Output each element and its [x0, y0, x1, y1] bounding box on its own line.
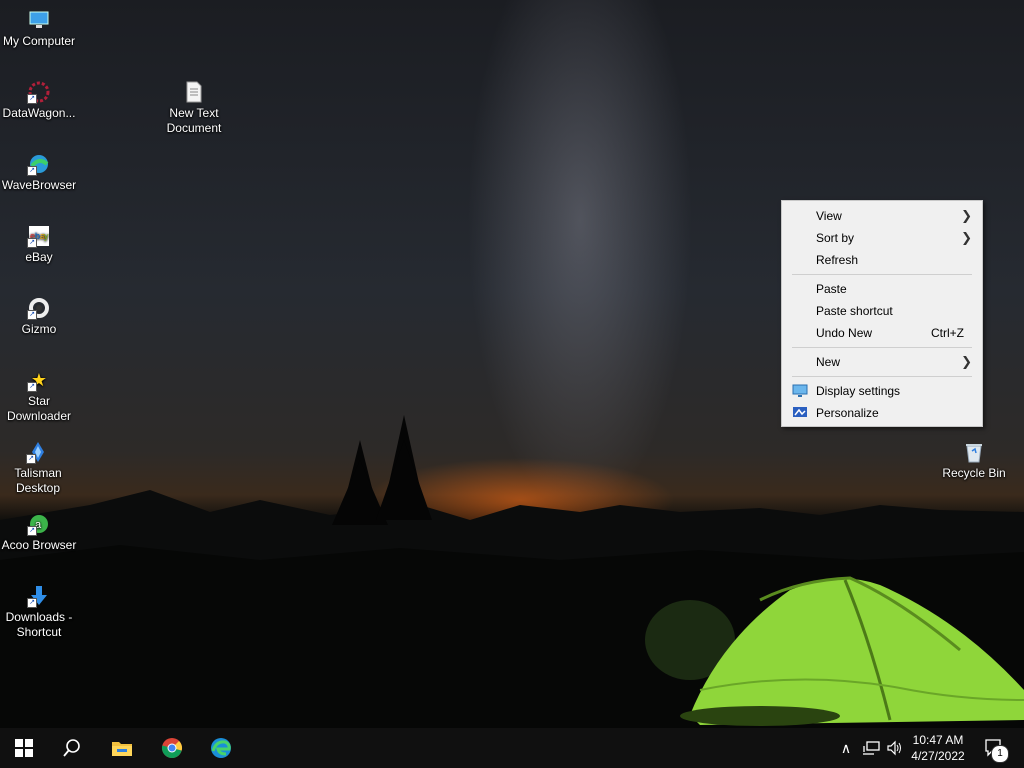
chevron-right-icon: ❯ [961, 208, 972, 223]
menu-separator [792, 376, 972, 377]
recycle-bin-icon [962, 440, 986, 464]
menu-item-label: New [816, 355, 841, 369]
keyboard-shortcut: Ctrl+Z [931, 326, 964, 340]
menu-item-label: Display settings [816, 384, 901, 398]
menu-item-label: Paste [816, 282, 847, 296]
personalize-icon [793, 407, 807, 417]
file-explorer-icon [112, 742, 132, 756]
menu-item-display-settings[interactable]: Display settings [782, 380, 982, 402]
menu-item-refresh[interactable]: Refresh [782, 249, 982, 271]
menu-item-label: Paste shortcut [816, 304, 893, 318]
computer-icon [27, 8, 51, 32]
desktop-icon-acoo-browser[interactable]: a ↗ Acoo Browser [1, 512, 77, 553]
search-button[interactable] [48, 728, 96, 768]
desktop[interactable]: My Computer ↗ DataWagon... New Text Docu… [0, 0, 1024, 728]
shortcut-arrow-icon: ↗ [26, 454, 36, 464]
shortcut-arrow-icon: ↗ [27, 238, 37, 248]
gizmo-icon: ↗ [27, 296, 51, 320]
taskbar: ∧ 10:47 AM 4/27/2022 1 [0, 728, 1024, 768]
desktop-icon-datawagon[interactable]: ↗ DataWagon... [1, 80, 77, 121]
menu-item-paste-shortcut[interactable]: Paste shortcut [782, 300, 982, 322]
shortcut-arrow-icon: ↗ [27, 526, 37, 536]
desktop-icon-talisman-desktop[interactable]: ↗ Talisman Desktop [0, 440, 76, 496]
desktop-icon-label: My Computer [2, 34, 76, 48]
network-button[interactable] [860, 728, 882, 768]
desktop-icon-label: eBay [25, 250, 53, 264]
shortcut-arrow-icon: ↗ [27, 382, 37, 392]
ebay-icon: ebay ↗ [27, 224, 51, 248]
desktop-context-menu: View ❯ Sort by ❯ Refresh Paste Paste sho… [781, 200, 983, 427]
menu-item-paste[interactable]: Paste [782, 278, 982, 300]
desktop-icon-my-computer[interactable]: My Computer [1, 8, 77, 49]
search-icon [63, 739, 80, 757]
menu-item-label: Sort by [816, 231, 855, 245]
desktop-icon-label: Acoo Browser [1, 538, 77, 552]
desktop-icon-label: WaveBrowser [1, 178, 77, 192]
shortcut-arrow-icon: ↗ [27, 310, 37, 320]
shortcut-arrow-icon: ↗ [27, 166, 37, 176]
desktop-icon-ebay[interactable]: ebay ↗ eBay [1, 224, 77, 265]
chevron-right-icon: ❯ [961, 230, 972, 245]
menu-item-label: Refresh [816, 253, 859, 267]
menu-item-label: View [816, 209, 842, 223]
edge-icon [211, 738, 231, 758]
desktop-icon-label: Gizmo [21, 322, 57, 336]
desktop-icon-recycle-bin[interactable]: Recycle Bin [936, 440, 1012, 481]
shortcut-arrow-icon: ↗ [27, 94, 37, 104]
menu-separator [792, 274, 972, 275]
desktop-icon-label: Recycle Bin [942, 466, 1006, 480]
desktop-icon-gizmo[interactable]: ↗ Gizmo [1, 296, 77, 337]
menu-item-sort-by[interactable]: Sort by ❯ [782, 227, 982, 249]
downloads-icon: ↗ [27, 584, 51, 608]
desktop-icon-label: Downloads - Shortcut [5, 610, 73, 639]
network-icon [863, 741, 880, 755]
menu-item-personalize[interactable]: Personalize [782, 402, 982, 424]
star-downloader-icon: ★ ↗ [27, 368, 51, 392]
action-center-button[interactable]: 1 [980, 728, 1010, 768]
chevron-up-icon: ∧ [840, 739, 852, 756]
menu-item-undo-new[interactable]: Undo New Ctrl+Z [782, 322, 982, 344]
menu-item-label: Personalize [816, 406, 879, 420]
talisman-icon: ↗ [26, 440, 50, 464]
start-button[interactable] [0, 728, 48, 768]
datawagon-icon: ↗ [27, 80, 51, 104]
desktop-icon-wavebrowser[interactable]: ↗ WaveBrowser [1, 152, 77, 193]
menu-item-label: Undo New [816, 326, 873, 340]
svg-text:y: y [44, 231, 49, 241]
chrome-icon [161, 738, 182, 759]
edge-button[interactable] [197, 728, 245, 768]
chevron-right-icon: ❯ [961, 354, 972, 369]
show-hidden-icons-button[interactable]: ∧ [836, 728, 856, 768]
shortcut-arrow-icon: ↗ [27, 598, 37, 608]
desktop-icon-label: New Text Document [166, 106, 222, 135]
clock-date: 4/27/2022 [911, 749, 965, 763]
desktop-icon-star-downloader[interactable]: ★ ↗ Star Downloader [1, 368, 77, 424]
menu-item-new[interactable]: New ❯ [782, 351, 982, 373]
notification-count-badge: 1 [991, 745, 1009, 763]
desktop-icon-downloads-shortcut[interactable]: ↗ Downloads - Shortcut [1, 584, 77, 640]
acoo-browser-icon: a ↗ [27, 512, 51, 536]
desktop-icon-label: Star Downloader [6, 394, 72, 423]
file-explorer-button[interactable] [98, 728, 146, 768]
desktop-icon-new-text-document[interactable]: New Text Document [156, 80, 232, 136]
menu-item-view[interactable]: View ❯ [782, 205, 982, 227]
desktop-icon-label: DataWagon... [2, 106, 76, 120]
clock[interactable]: 10:47 AM 4/27/2022 [900, 732, 976, 764]
text-document-icon [182, 80, 206, 104]
menu-separator [792, 347, 972, 348]
display-settings-icon [792, 384, 808, 397]
clock-time: 10:47 AM [912, 733, 964, 747]
start-icon [15, 739, 33, 757]
desktop-icon-label: Talisman Desktop [14, 466, 62, 495]
chrome-button[interactable] [148, 728, 196, 768]
wavebrowser-icon: ↗ [27, 152, 51, 176]
